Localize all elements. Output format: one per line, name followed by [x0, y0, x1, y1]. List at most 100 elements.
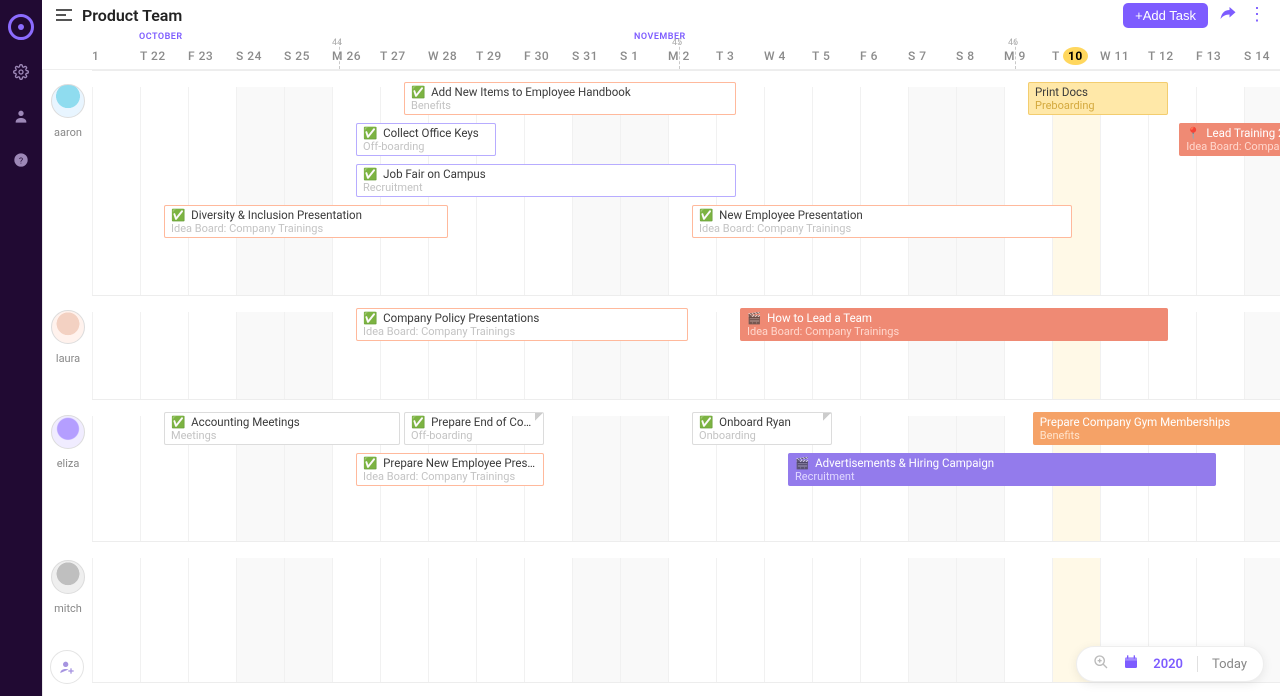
day-header[interactable]: T 29 [476, 49, 502, 63]
user-box[interactable]: laura [43, 310, 93, 365]
check-icon: ✅ [699, 415, 713, 429]
add-task-button[interactable]: +Add Task [1123, 3, 1208, 28]
task-subtitle: Benefits [1040, 429, 1280, 443]
day-header[interactable]: T 3 [716, 49, 734, 63]
task-bar[interactable]: 🎬 How to Lead a TeamIdea Board: Company … [740, 308, 1168, 341]
share-icon[interactable] [1218, 4, 1238, 26]
day-header[interactable]: S 8 [956, 49, 975, 63]
task-bar[interactable]: ✅ Onboard RyanOnboarding [692, 412, 832, 445]
task-bar[interactable]: ✅ Prepare End of ContrOff-boarding [404, 412, 544, 445]
task-subtitle: Onboarding [699, 429, 825, 443]
timeline-body[interactable]: aaron laura eliza mitch ✅ Add New Items to … [42, 70, 1280, 696]
day-header[interactable]: S 24 [236, 49, 262, 63]
task-bar[interactable]: ✅ New Employee PresentationIdea Board: C… [692, 205, 1072, 238]
day-header[interactable]: W 4 [764, 49, 786, 63]
help-icon[interactable]: ? [13, 152, 29, 172]
zoom-icon[interactable] [1093, 654, 1109, 674]
task-bar[interactable]: ✅ Collect Office KeysOff-boarding [356, 123, 496, 156]
task-subtitle: Off-boarding [363, 140, 489, 154]
today-button[interactable]: Today [1212, 657, 1247, 672]
day-header[interactable]: F 30 [524, 49, 549, 63]
more-icon[interactable]: ⋮ [1248, 6, 1266, 24]
day-header[interactable]: T 5 [812, 49, 830, 63]
page-header: Product Team +Add Task ⋮ [42, 0, 1280, 30]
day-header[interactable]: F 23 [188, 49, 213, 63]
footer-controls: 2020 Today [1076, 646, 1264, 682]
task-bar[interactable]: ✅ Diversity & Inclusion PresentationIdea… [164, 205, 448, 238]
grid-column [188, 70, 236, 696]
task-bar[interactable]: Prepare Company Gym MembershipsBenefits [1033, 412, 1280, 445]
check-icon: ✅ [363, 311, 377, 325]
year-picker[interactable]: 2020 [1153, 657, 1183, 672]
task-bar[interactable]: ✅ Accounting MeetingsMeetings [164, 412, 400, 445]
user-box[interactable]: eliza [43, 415, 93, 470]
row-separator [92, 541, 1280, 558]
day-header[interactable]: F 13 [1196, 49, 1221, 63]
avatar [51, 560, 85, 594]
day-header[interactable]: T 22 [140, 49, 166, 63]
day-header[interactable]: W 11 [1100, 49, 1129, 63]
grid-column [860, 70, 908, 696]
user-box[interactable]: aaron [43, 84, 93, 139]
svg-text:?: ? [19, 156, 23, 166]
day-header[interactable]: M 26 [332, 49, 361, 63]
day-header[interactable]: M 9 [1004, 49, 1026, 63]
day-header[interactable]: T 27 [380, 49, 406, 63]
week-number: 45 [672, 38, 682, 48]
check-icon: ✅ [171, 415, 185, 429]
settings-icon[interactable] [13, 64, 29, 84]
task-title: ✅ New Employee Presentation [699, 208, 1065, 222]
task-bar[interactable]: ✅ Add New Items to Employee HandbookBene… [404, 82, 736, 115]
avatar [51, 84, 85, 118]
check-icon: ✅ [363, 456, 377, 470]
grid-column [92, 70, 140, 696]
add-person-button[interactable] [50, 650, 84, 684]
day-header[interactable]: S 25 [284, 49, 310, 63]
task-title: Print Docs [1035, 85, 1161, 99]
day-header[interactable]: S 7 [908, 49, 927, 63]
day-header[interactable]: W 28 [428, 49, 457, 63]
grid-column [1196, 70, 1244, 696]
nav-rail: ? [0, 0, 42, 696]
check-icon: ✅ [411, 85, 425, 99]
user-box[interactable]: mitch [43, 560, 93, 615]
day-header[interactable]: S 14 [1244, 49, 1270, 63]
row-separator [92, 682, 1280, 696]
task-subtitle: Idea Board: Company Trainings [747, 325, 1161, 339]
task-subtitle: Recruitment [795, 470, 1209, 484]
calendar-icon[interactable] [1123, 654, 1139, 674]
day-header[interactable]: T 12 [1148, 49, 1174, 63]
task-subtitle: Idea Board: Company Trainings [171, 222, 441, 236]
grid-column [140, 70, 188, 696]
grid-column [236, 70, 284, 696]
check-icon: ✅ [411, 415, 425, 429]
user-name: aaron [43, 126, 93, 139]
menu-icon[interactable] [56, 6, 72, 25]
task-subtitle: Idea Board: Company Trainings [363, 470, 537, 484]
task-bar[interactable]: ✅ Prepare New Employee PresenIdea Board:… [356, 453, 544, 486]
app-logo[interactable] [8, 14, 34, 40]
check-icon: ✅ [363, 167, 377, 181]
day-header[interactable]: T 10 [1052, 49, 1088, 63]
task-bar[interactable]: 📍 Lead Training 2 wIdea Board: Compan [1179, 123, 1280, 156]
task-bar[interactable]: Print DocsPreboarding [1028, 82, 1168, 115]
task-subtitle: Benefits [411, 99, 729, 113]
day-header[interactable]: S 31 [572, 49, 598, 63]
task-bar[interactable]: 🎬 Advertisements & Hiring CampaignRecrui… [788, 453, 1216, 486]
user-name: mitch [43, 602, 93, 615]
task-title: ✅ Company Policy Presentations [363, 311, 681, 325]
avatar [51, 310, 85, 344]
day-header[interactable]: 1 [92, 49, 99, 63]
day-header[interactable]: S 1 [620, 49, 639, 63]
task-title: ✅ Prepare End of Contr [411, 415, 537, 429]
grid-column [812, 70, 860, 696]
task-title: ✅ Collect Office Keys [363, 126, 489, 140]
people-icon[interactable] [13, 108, 29, 128]
day-header[interactable]: M 2 [668, 49, 690, 63]
task-subtitle: Idea Board: Company Trainings [363, 325, 681, 339]
task-bar[interactable]: ✅ Company Policy PresentationsIdea Board… [356, 308, 688, 341]
page-title: Product Team [82, 6, 182, 25]
task-bar[interactable]: ✅ Job Fair on CampusRecruitment [356, 164, 736, 197]
week-number: 44 [332, 38, 342, 48]
day-header[interactable]: F 6 [860, 49, 878, 63]
